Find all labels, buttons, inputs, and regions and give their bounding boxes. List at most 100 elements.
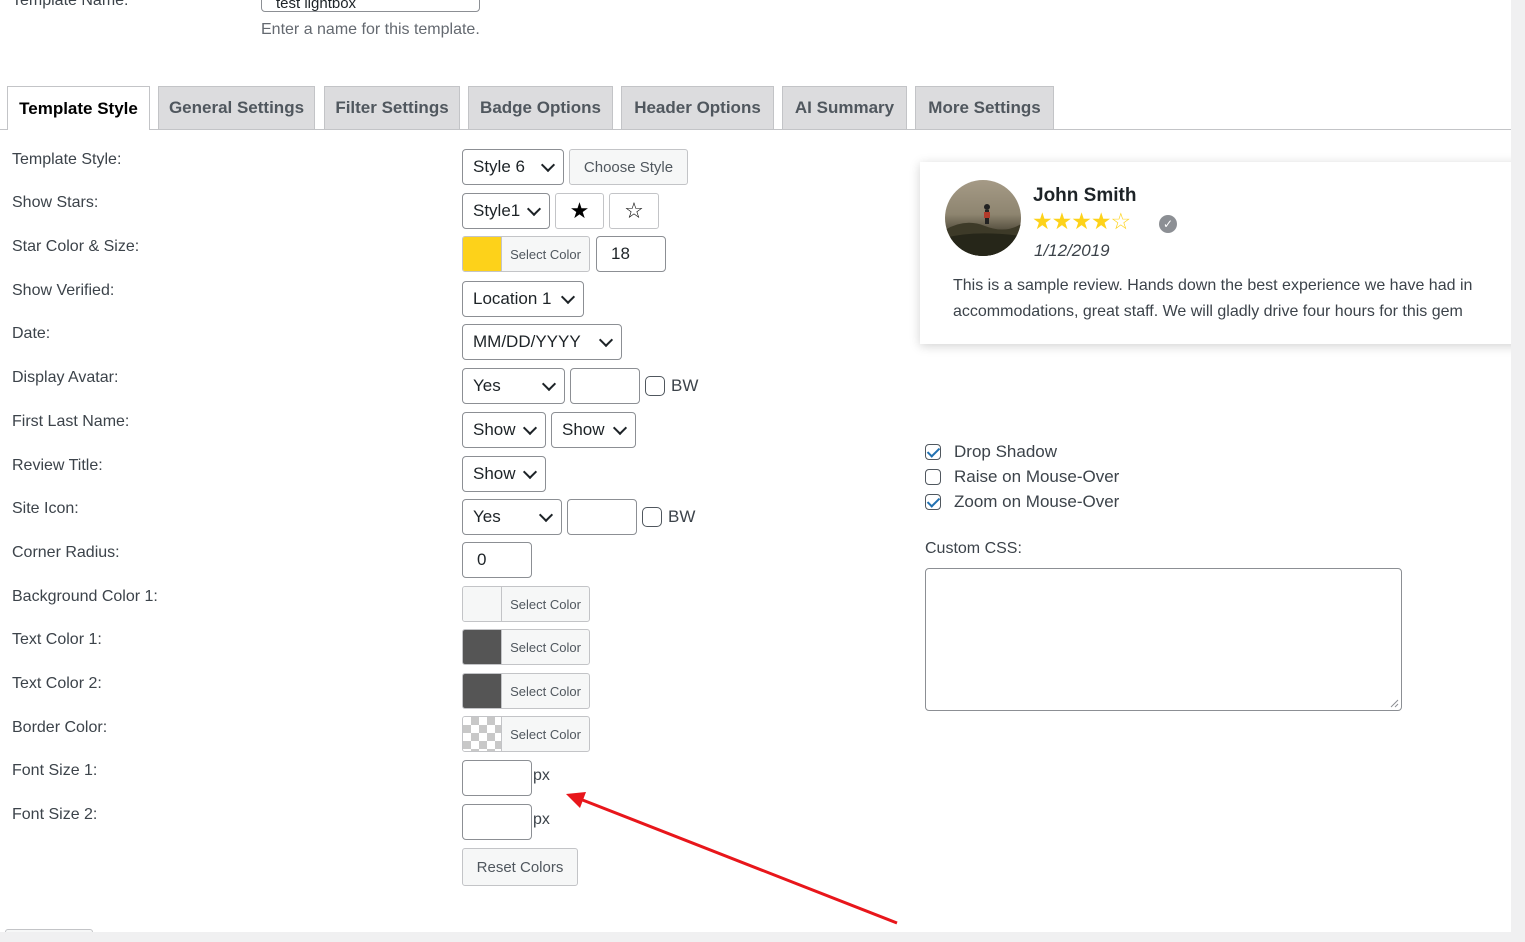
select-color-label: Select Color [510,683,581,699]
avatar-bw-checkbox[interactable] [645,376,665,396]
text-color-2-picker[interactable]: Select Color [462,673,590,709]
select-color-label: Select Color [510,596,581,612]
raise-mouseover-label: Raise on Mouse-Over [954,467,1120,486]
tab-more-settings[interactable]: More Settings [915,86,1054,129]
show-stars-label: Show Stars: [12,194,99,211]
chevron-down-icon [526,201,542,216]
select-color-label: Select Color [510,639,581,655]
chevron-down-icon [612,420,628,435]
tab-filter-settings[interactable]: Filter Settings [324,86,460,129]
template-style-select[interactable]: Style 6 [462,149,564,185]
review-date: 1/12/2019 [1034,241,1110,260]
avatar-bw-label: BW [671,376,699,395]
template-name-help: Enter a name for this template. [261,21,480,38]
choose-style-button[interactable]: Choose Style [569,149,688,185]
select-color-label: Select Color [510,726,581,742]
review-title-value: Show [473,464,516,483]
template-name-label: Template Name: [12,0,129,9]
font-size-1-input[interactable] [462,760,532,796]
template-name-value: test lightbox [276,0,357,12]
reviewer-avatar [945,180,1021,256]
star-color-size-label: Star Color & Size: [12,238,140,255]
font-size-2-unit: px [533,811,550,828]
select-color-label: Select Color [510,246,581,262]
tab-divider [0,129,1511,130]
star-outline-icon: ☆ [624,198,644,223]
resize-handle-icon[interactable] [1389,698,1399,708]
border-color-swatch [463,717,502,751]
raise-mouseover-option[interactable]: Raise on Mouse-Over [925,467,1119,487]
tab-general-settings[interactable]: General Settings [158,86,315,129]
date-format-value: MM/DD/YYYY [473,332,581,351]
chevron-down-icon [541,376,557,391]
zoom-mouseover-option[interactable]: Zoom on Mouse-Over [925,492,1119,512]
first-name-select[interactable]: Show [462,412,546,448]
verified-badge-icon: ✓ [1159,215,1177,233]
text-color-1-picker[interactable]: Select Color [462,629,590,665]
avatar-size-input[interactable] [570,368,640,404]
site-icon-size-input[interactable] [567,499,637,535]
review-preview-card: John Smith ★★★★☆ ✓ 1/12/2019 This is a s… [920,162,1511,344]
background-color-1-label: Background Color 1: [12,588,158,605]
font-size-1-unit: px [533,767,550,784]
chevron-down-icon [538,507,554,522]
chevron-down-icon [522,464,538,479]
last-name-select[interactable]: Show [551,412,636,448]
star-size-input[interactable]: 18 [596,236,666,272]
last-name-value: Show [562,420,605,439]
tab-ai-summary[interactable]: AI Summary [782,86,907,129]
corner-radius-value: 0 [477,550,487,569]
date-format-select[interactable]: MM/DD/YYYY [462,324,622,360]
show-verified-value: Location 1 [473,289,552,308]
site-icon-bw-label: BW [668,507,696,526]
raise-mouseover-checkbox[interactable] [925,469,941,485]
annotation-arrow-icon [566,792,898,925]
chevron-down-icon [560,289,576,304]
template-editor-page: Template Name: test lightbox Enter a nam… [0,0,1511,932]
site-icon-bw-option[interactable]: BW [642,507,695,527]
background-color-1-picker[interactable]: Select Color [462,586,590,622]
background-color-1-swatch [463,587,502,621]
template-style-label: Template Style: [12,151,122,168]
corner-radius-input[interactable]: 0 [462,542,532,578]
display-avatar-value: Yes [473,376,501,395]
zoom-mouseover-checkbox[interactable] [925,494,941,510]
hiker-photo-icon [945,204,1021,256]
font-size-2-input[interactable] [462,804,532,840]
first-last-name-label: First Last Name: [12,413,130,430]
chevron-down-icon [598,332,614,347]
chevron-down-icon [522,420,538,435]
show-stars-select[interactable]: Style1 [462,193,550,229]
display-avatar-select[interactable]: Yes [462,368,565,404]
text-color-2-label: Text Color 2: [12,675,102,692]
date-label: Date: [12,325,51,342]
show-verified-select[interactable]: Location 1 [462,281,584,317]
template-name-input[interactable]: test lightbox [261,0,480,12]
star-filled-button[interactable]: ★ [555,193,604,229]
show-verified-label: Show Verified: [12,282,115,299]
avatar-bw-option[interactable]: BW [645,376,698,396]
reviewer-name: John Smith [1033,185,1137,206]
save-button-edge[interactable] [5,929,93,932]
tab-template-style[interactable]: Template Style [7,86,150,130]
star-color-picker[interactable]: Select Color [462,236,590,272]
tab-header-options[interactable]: Header Options [621,86,774,129]
review-title-select[interactable]: Show [462,456,546,492]
site-icon-value: Yes [473,507,501,526]
drop-shadow-option[interactable]: Drop Shadow [925,442,1057,462]
site-icon-label: Site Icon: [12,500,79,517]
tab-badge-options[interactable]: Badge Options [468,86,613,129]
zoom-mouseover-label: Zoom on Mouse-Over [954,492,1120,511]
star-outline-button[interactable]: ☆ [609,193,659,229]
site-icon-select[interactable]: Yes [462,499,562,535]
custom-css-textarea[interactable] [925,568,1402,711]
star-color-swatch [463,237,502,271]
site-icon-bw-checkbox[interactable] [642,507,662,527]
text-color-1-label: Text Color 1: [12,631,102,648]
text-color-2-swatch [463,674,502,708]
border-color-picker[interactable]: Select Color [462,716,590,752]
drop-shadow-checkbox[interactable] [925,444,941,460]
font-size-2-label: Font Size 2: [12,806,98,823]
font-size-1-label: Font Size 1: [12,762,98,779]
review-text-line-2: accommodations, great staff. We will gla… [953,303,1463,320]
